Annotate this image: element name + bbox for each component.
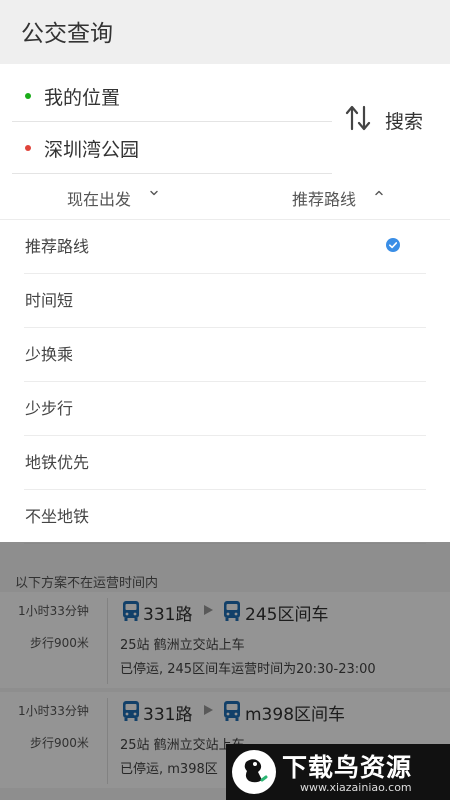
watermark-url: www.xiazainiao.com [300,781,412,794]
check-circle-icon [386,238,400,252]
sort-option-shortest-time[interactable]: 时间短 [24,274,426,328]
chevron-up-icon[interactable] [374,188,384,198]
sort-option-label: 少换乘 [25,345,74,364]
route-inputs: 我的位置 深圳湾公园 [0,64,450,176]
departure-time-filter[interactable]: 现在出发 [67,186,131,210]
page-title: 公交查询 [21,21,113,47]
origin-text: 我的位置 [44,87,121,109]
sort-option-label: 少步行 [25,399,74,418]
sort-option-no-subway[interactable]: 不坐地铁 [24,490,426,544]
sort-option-label: 不坐地铁 [25,507,90,526]
sort-option-subway-first[interactable]: 地铁优先 [24,436,426,490]
destination-dot-icon [25,145,31,151]
search-button[interactable]: 搜索 [385,107,423,134]
watermark-title: 下载鸟资源 [282,753,413,782]
filter-bar: 现在出发 推荐路线 [0,176,450,220]
sort-option-label: 地铁优先 [25,453,90,472]
bird-logo-icon [232,750,276,794]
route-sort-filter[interactable]: 推荐路线 [292,186,356,210]
route-sort-dropdown: 推荐路线 时间短 少换乘 少步行 地铁优先 不坐地铁 [0,220,450,544]
chevron-down-icon[interactable] [149,188,159,198]
destination-text: 深圳湾公园 [44,139,140,161]
origin-dot-icon [25,93,31,99]
origin-field[interactable]: 我的位置 [12,70,332,122]
sort-option-recommended[interactable]: 推荐路线 [24,220,426,274]
sort-option-less-walking[interactable]: 少步行 [24,382,426,436]
watermark: 下载鸟资源 www.xiazainiao.com [226,744,450,800]
app-header: 公交查询 [0,0,450,64]
sort-option-label: 时间短 [25,291,74,310]
sort-option-fewer-transfers[interactable]: 少换乘 [24,328,426,382]
swap-vertical-icon[interactable] [344,103,372,133]
destination-field[interactable]: 深圳湾公园 [12,122,332,174]
sort-option-label: 推荐路线 [25,237,90,256]
